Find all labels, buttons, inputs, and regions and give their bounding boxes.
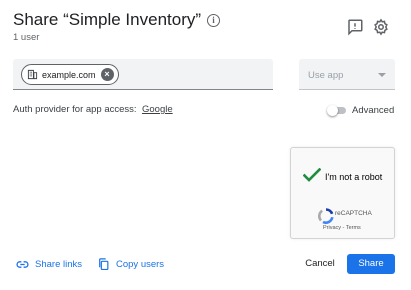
domain-chip[interactable]: example.com ×: [21, 64, 119, 85]
recaptcha-logo-icon: [318, 208, 334, 224]
gear-icon[interactable]: [372, 18, 390, 36]
copy-users-button[interactable]: Copy users: [97, 257, 164, 271]
role-select-placeholder: Use app: [308, 70, 344, 81]
share-button[interactable]: Share: [347, 254, 395, 274]
toggle-thumb: [327, 105, 338, 116]
recaptcha-widget: I'm not a robot reCAPTCHA Privacy - Term…: [290, 147, 395, 239]
role-select[interactable]: Use app: [299, 59, 395, 90]
dialog-title: Share “Simple Inventory” i: [13, 10, 221, 30]
building-icon: [27, 69, 38, 80]
link-icon: [16, 261, 29, 268]
recaptcha-brand: reCAPTCHA: [335, 210, 372, 217]
dropdown-arrow-icon: [378, 73, 386, 77]
chip-label: example.com: [42, 69, 96, 80]
user-count: 1 user: [13, 32, 40, 43]
recaptcha-links: Privacy - Terms: [323, 225, 361, 231]
terms-link[interactable]: Terms: [346, 225, 361, 231]
copy-icon: [99, 258, 109, 271]
share-links-button[interactable]: Share links: [16, 258, 82, 271]
advanced-toggle[interactable]: [327, 105, 347, 116]
cancel-button[interactable]: Cancel: [297, 254, 343, 274]
advanced-label: Advanced: [352, 105, 395, 116]
checkmark-icon[interactable]: [303, 168, 321, 182]
auth-provider-label: Auth provider for app access:: [13, 104, 137, 115]
feedback-icon[interactable]: [346, 18, 364, 36]
privacy-link[interactable]: Privacy: [323, 225, 341, 231]
recaptcha-label: I'm not a robot: [325, 172, 383, 182]
share-with-input[interactable]: example.com ×: [13, 59, 273, 90]
share-links-label: Share links: [35, 259, 82, 270]
close-circle-icon[interactable]: ×: [100, 68, 114, 81]
copy-users-label: Copy users: [116, 258, 165, 270]
dialog-title-text: Share “Simple Inventory”: [13, 10, 202, 29]
auth-provider-link[interactable]: Google: [142, 104, 173, 115]
info-icon[interactable]: i: [207, 13, 221, 27]
